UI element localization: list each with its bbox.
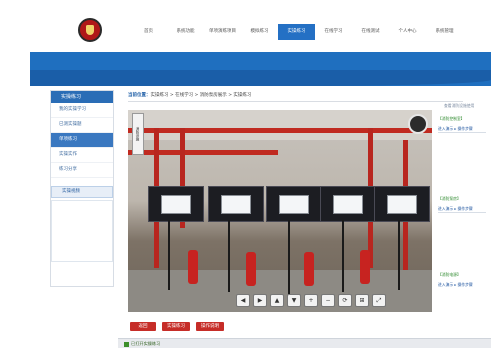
nav-item-simulation[interactable]: 模拟练习 [241,24,278,40]
nav-item-admin[interactable]: 系统管理 [426,24,463,40]
nav-item-single-drill[interactable]: 单项演练项目 [204,24,241,40]
control-cabinet[interactable] [374,186,430,222]
divider [438,212,486,213]
viewer-controls: ◀ ▶ ▲ ▼ + − ⟳ ⊞ ⤢ [236,294,386,307]
cabinet-screen [161,195,191,214]
cable [342,220,344,292]
status-bar: 已打开实操练习 [118,338,491,348]
practice-button[interactable]: 实操练习 [162,322,190,331]
divider [438,132,486,133]
compass-icon[interactable] [408,114,428,134]
header: 首页 系统功能 单项演练项目 模拟练习 实操练习 在线学习 在线测试 个人中心 … [30,10,491,52]
cabinet-screen [279,195,309,214]
sidebar-title: 实操练习 [51,91,113,103]
control-cabinet[interactable] [208,186,264,222]
main-nav: 首页 系统功能 单项演练项目 模拟练习 实操练习 在线学习 在线测试 个人中心 … [130,24,463,40]
fire-pump [360,250,370,284]
cabinet-screen [333,195,363,214]
check-icon [124,341,129,347]
cable [288,220,290,294]
sidebar-item-share[interactable]: 练习分享 [51,163,113,178]
scene-title: 【消防控制室】 [438,116,465,121]
page: 首页 系统功能 单项演练项目 模拟练习 实操练习 在线学习 在线测试 个人中心 … [0,0,491,348]
pan-right-icon[interactable]: ▶ [253,294,267,307]
red-pipe [128,128,432,133]
nav-item-online-learning[interactable]: 在线学习 [315,24,352,40]
instructions-button[interactable]: 操作说明 [196,322,224,331]
breadcrumb: 当前位置：实操练习 > 在线学习 > 消防泵房展示 > 实操练习 [128,92,251,98]
zoom-in-icon[interactable]: + [304,294,318,307]
red-pipe [128,150,278,155]
pan-up-icon[interactable]: ▲ [270,294,284,307]
fire-badge-logo [78,18,102,42]
panorama-viewer[interactable]: 消防设施 ◀ ▶ ▲ ▼ + − ⟳ ⊞ ⤢ [128,110,432,312]
scene-title: 【消防电源】 [438,272,461,277]
sidebar-item-my-learning[interactable]: 我的实操学习 [51,103,113,118]
control-cabinet[interactable] [320,186,376,222]
fire-pump [304,252,314,286]
grid-icon[interactable]: ⊞ [355,294,369,307]
cable [228,220,230,292]
zoom-out-icon[interactable]: − [321,294,335,307]
sidebar-section-title: 实操视频 [51,186,113,198]
sidebar-item-practical[interactable]: 实操实作 [51,148,113,163]
cabinet-screen [387,195,417,214]
top-link[interactable]: 查看消防设施使用 [444,103,474,109]
scene-panel-pump-room: 【消防泵房】 进入演示 ▸ 操作步骤 [438,196,488,212]
fire-pump [246,252,256,286]
sidebar-section-box [51,200,113,262]
banner-curve [30,70,491,86]
nav-item-system[interactable]: 系统功能 [167,24,204,40]
control-cabinet[interactable] [148,186,204,222]
status-text: 已打开实操练习 [131,341,161,346]
pan-left-icon[interactable]: ◀ [236,294,250,307]
nav-item-practical[interactable]: 实操练习 [278,24,315,40]
sidebar-item-tested[interactable]: 已测实操题 [51,118,113,133]
cabinet-screen [221,195,251,214]
scene-title: 【消防泵房】 [438,196,461,201]
pan-down-icon[interactable]: ▼ [287,294,301,307]
back-button[interactable]: 返回 [130,322,156,331]
nav-item-online-test[interactable]: 在线测试 [352,24,389,40]
sidebar-item-single-practice[interactable]: 单项练习 [51,133,113,148]
nav-item-personal[interactable]: 个人中心 [389,24,426,40]
breadcrumb-label: 当前位置： [128,93,151,98]
cable [398,220,400,290]
scene-link[interactable]: 进入演示 ▸ 操作步骤 [438,282,488,288]
sidebar: 实操练习 我的实操学习 已测实操题 单项练习 实操实作 练习分享 实操视频 [50,90,114,287]
divider [128,101,463,102]
scene-panel-power: 【消防电源】 进入演示 ▸ 操作步骤 [438,272,488,288]
nav-item-home[interactable]: 首页 [130,24,167,40]
viewer-side-tag[interactable]: 消防设施 [132,113,144,155]
breadcrumb-path: 实操练习 > 在线学习 > 消防泵房展示 > 实操练习 [150,93,252,98]
rotate-icon[interactable]: ⟳ [338,294,352,307]
control-cabinet[interactable] [266,186,322,222]
cable [168,220,170,290]
ceiling [128,110,432,140]
fullscreen-icon[interactable]: ⤢ [372,294,386,307]
fire-pump [188,250,198,284]
scene-panel-control-room: 【消防控制室】 进入演示 ▸ 操作步骤 [438,116,488,132]
